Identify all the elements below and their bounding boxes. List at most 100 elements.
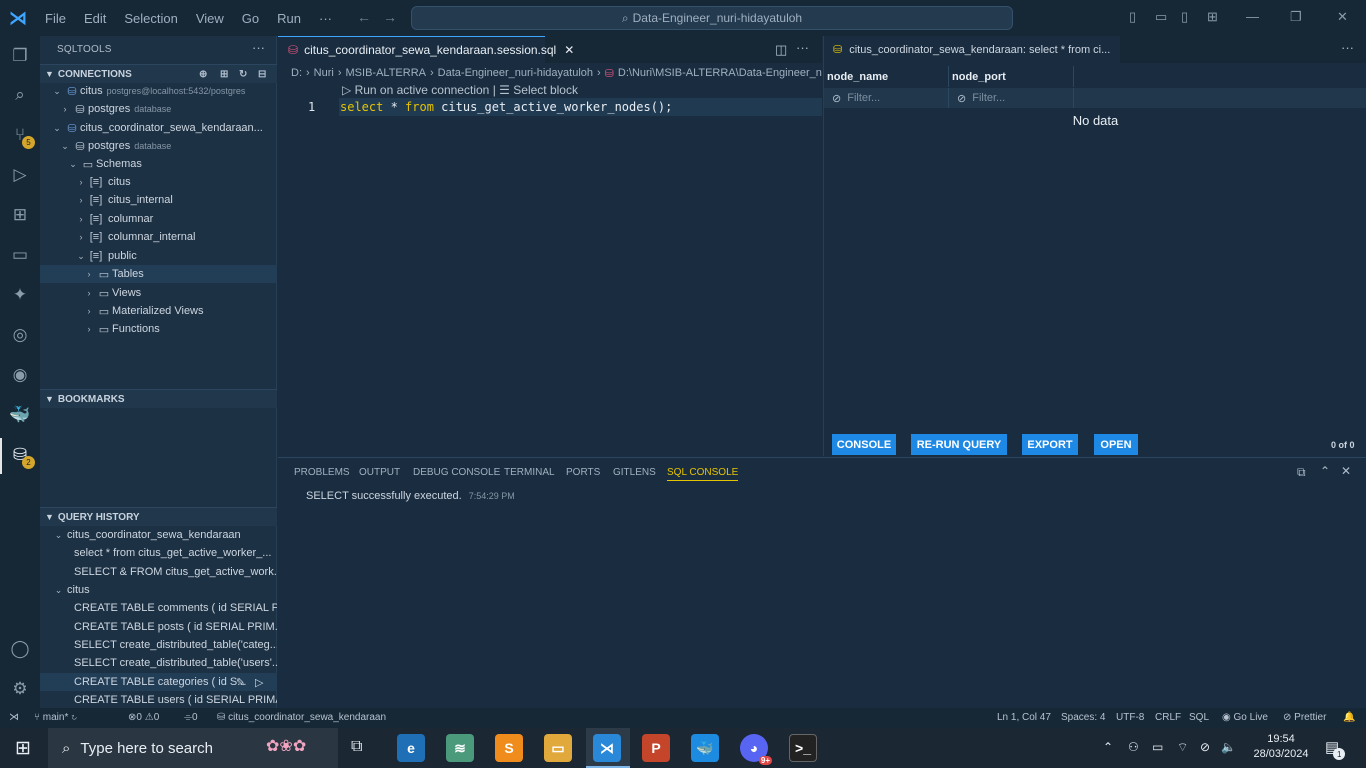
gitlens-inspect-icon[interactable]: ◉ bbox=[8, 363, 32, 387]
tree-database-postgres[interactable]: › ⛁ postgres database bbox=[40, 100, 277, 118]
tree-materialized-views[interactable]: › ▭ Materialized Views bbox=[40, 302, 277, 320]
back-arrow-icon[interactable]: ← bbox=[357, 9, 371, 25]
tree-schema-columnar-internal[interactable]: › [≡] columnar_internal bbox=[40, 228, 277, 246]
refresh-icon[interactable]: ↻ bbox=[239, 69, 247, 80]
filter-node-name[interactable]: ⊘ Filter... bbox=[824, 88, 949, 108]
chevron-up-icon[interactable]: ⌃ bbox=[1103, 740, 1113, 754]
tab-ports[interactable]: PORTS bbox=[566, 467, 600, 478]
close-tab-icon[interactable]: ✕ bbox=[1119, 43, 1120, 56]
battery-icon[interactable]: ▭ bbox=[1152, 740, 1163, 754]
terminal-app-icon[interactable]: >_ bbox=[789, 734, 817, 762]
breadcrumb-item[interactable]: D:\Nuri\MSIB-ALTERRA\Data-Engineer_nuri bbox=[618, 67, 822, 79]
collapse-all-icon[interactable]: ⊟ bbox=[258, 69, 266, 80]
prettier-status[interactable]: ⊘ Prettier bbox=[1283, 712, 1326, 723]
mic-muted-icon[interactable]: ⊘ bbox=[1200, 740, 1210, 754]
open-button[interactable]: OPEN bbox=[1094, 434, 1138, 455]
connections-header[interactable]: ▼ CONNECTIONS ⊕ ⊞ ↻ ⊟ bbox=[40, 64, 277, 83]
breadcrumb-item[interactable]: Data-Engineer_nuri-hidayatuloh bbox=[438, 67, 593, 79]
run-debug-icon[interactable]: ▷ bbox=[8, 163, 32, 187]
meet-icon[interactable]: ⚇ bbox=[1128, 740, 1139, 754]
branch-status[interactable]: ⑂ main* ↻ bbox=[34, 712, 77, 723]
tab-gitlens[interactable]: GITLENS bbox=[613, 467, 656, 478]
minimize-icon[interactable]: — bbox=[1246, 9, 1259, 24]
tree-schema-columnar[interactable]: › [≡] columnar bbox=[40, 210, 277, 228]
tab-results[interactable]: ⛁ citus_coordinator_sewa_kendaraan: sele… bbox=[824, 36, 1120, 63]
sublime-text-icon[interactable]: S bbox=[495, 734, 523, 762]
history-item[interactable]: CREATE TABLE users ( id SERIAL PRIMA... bbox=[40, 691, 277, 709]
column-header-node-name[interactable]: node_name bbox=[824, 66, 949, 87]
filter-node-port[interactable]: ⊘ Filter... bbox=[949, 88, 1074, 108]
close-tab-icon[interactable]: ✕ bbox=[564, 43, 574, 57]
code-editor[interactable]: ▷ Run on active connection | ☰ Select bl… bbox=[278, 83, 822, 456]
history-item[interactable]: select * from citus_get_active_worker_..… bbox=[40, 544, 277, 562]
task-view-icon[interactable]: ⧉ bbox=[351, 738, 362, 756]
history-item[interactable]: SELECT create_distributed_table('categ..… bbox=[40, 636, 277, 654]
windows-start-icon[interactable]: ⊞ bbox=[15, 737, 31, 760]
connection-status[interactable]: ⛁ citus_coordinator_sewa_kendaraan bbox=[217, 712, 386, 723]
explorer-icon[interactable]: ❐ bbox=[8, 44, 32, 68]
tree-views[interactable]: › ▭ Views bbox=[40, 284, 277, 302]
console-button[interactable]: CONSOLE bbox=[832, 434, 896, 455]
split-editor-icon[interactable]: ◫ bbox=[775, 42, 787, 58]
codelens-select-block[interactable]: Select block bbox=[513, 83, 578, 97]
remote-explorer-icon[interactable]: ▭ bbox=[8, 243, 32, 267]
bookmarks-header[interactable]: ▼ BOOKMARKS bbox=[40, 389, 277, 408]
tab-problems[interactable]: PROBLEMS bbox=[294, 467, 350, 478]
menu-selection[interactable]: Selection bbox=[115, 11, 186, 26]
rerun-query-button[interactable]: RE-RUN QUERY bbox=[911, 434, 1007, 455]
history-item[interactable]: SELECT create_distributed_table('users'.… bbox=[40, 654, 277, 672]
layers-app-icon[interactable]: ≋ bbox=[446, 734, 474, 762]
clock[interactable]: 19:54 28/03/2024 bbox=[1249, 732, 1313, 762]
source-control-icon[interactable]: ⑂ 5 bbox=[8, 123, 35, 149]
export-button[interactable]: EXPORT bbox=[1022, 434, 1078, 455]
query-history-header[interactable]: ▼ QUERY HISTORY bbox=[40, 507, 277, 526]
python-icon[interactable]: ✦ bbox=[8, 283, 32, 307]
problems-status[interactable]: ⊗0 ⚠0 bbox=[128, 712, 159, 723]
discord-icon[interactable]: ◕ 9+ bbox=[740, 734, 772, 765]
tree-tables[interactable]: › ▭ Tables bbox=[40, 265, 277, 283]
sidebar-more-icon[interactable]: ··· bbox=[252, 40, 265, 55]
tree-database-postgres-2[interactable]: ⌄ ⛁ postgres database bbox=[40, 137, 277, 155]
new-connection-icon[interactable]: ⊕ bbox=[199, 69, 207, 80]
volume-icon[interactable]: 🔈 bbox=[1221, 740, 1236, 754]
toggle-secondary-sidebar-icon[interactable]: ▯ bbox=[1181, 9, 1188, 25]
breadcrumb-item[interactable]: D: bbox=[291, 67, 302, 79]
gitlens-icon[interactable]: ◎ bbox=[8, 323, 32, 347]
column-header-node-port[interactable]: node_port bbox=[949, 66, 1074, 87]
customize-layout-icon[interactable]: ⊞ bbox=[1207, 9, 1218, 25]
breadcrumb-item[interactable]: MSIB-ALTERRA bbox=[346, 67, 426, 79]
taskbar-search[interactable]: ⌕ Type here to search ✿❀✿ bbox=[48, 728, 338, 768]
tab-output[interactable]: OUTPUT bbox=[359, 467, 400, 478]
ports-status[interactable]: ⌯0 bbox=[184, 712, 198, 723]
account-icon[interactable]: ◯ bbox=[8, 637, 32, 661]
notifications-bell-icon[interactable]: 🔔 bbox=[1343, 712, 1355, 723]
extensions-icon[interactable]: ⊞ bbox=[8, 203, 32, 227]
add-db-icon[interactable]: ⊞ bbox=[220, 69, 228, 80]
vscode-app-icon[interactable]: ⋊ bbox=[593, 734, 621, 762]
menu-go[interactable]: Go bbox=[233, 11, 268, 26]
restore-icon[interactable]: ❐ bbox=[1290, 9, 1302, 25]
tab-session-sql[interactable]: ⛁ citus_coordinator_sewa_kendaraan.sessi… bbox=[278, 36, 574, 63]
go-live-status[interactable]: ◉ Go Live bbox=[1222, 712, 1268, 723]
forward-arrow-icon[interactable]: → bbox=[383, 9, 397, 25]
powerpoint-icon[interactable]: P bbox=[642, 734, 670, 762]
line-ending[interactable]: CRLF bbox=[1155, 712, 1181, 723]
menu-view[interactable]: View bbox=[187, 11, 233, 26]
history-item[interactable]: CREATE TABLE comments ( id SERIAL P... bbox=[40, 599, 277, 617]
tab-debug-console[interactable]: DEBUG CONSOLE bbox=[413, 467, 500, 478]
language-mode[interactable]: SQL bbox=[1189, 712, 1209, 723]
tab-sql-console[interactable]: SQL CONSOLE bbox=[667, 467, 739, 481]
docker-desktop-icon[interactable]: 🐳 bbox=[691, 734, 719, 762]
chevron-up-icon[interactable]: ⌃ bbox=[1320, 464, 1330, 478]
close-window-icon[interactable]: ✕ bbox=[1337, 9, 1348, 25]
tree-schema-citus[interactable]: › [≡] citus bbox=[40, 173, 277, 191]
results-more-icon[interactable]: ··· bbox=[1341, 40, 1354, 55]
file-explorer-icon[interactable]: ▭ bbox=[544, 734, 572, 762]
edit-pencil-icon[interactable]: ✎ bbox=[236, 676, 245, 689]
maximize-panel-icon[interactable]: ⧉ bbox=[1297, 465, 1306, 480]
command-center-search[interactable]: ⌕ Data-Engineer_nuri-hidayatuloh bbox=[411, 6, 1013, 30]
history-item[interactable]: SELECT & FROM citus_get_active_work... bbox=[40, 563, 277, 581]
code-line[interactable]: select * from citus_get_active_worker_no… bbox=[339, 98, 822, 116]
history-item-selected[interactable]: CREATE TABLE categories ( id S... ✎ ▷ bbox=[40, 673, 277, 691]
tree-schema-public[interactable]: ⌄ [≡] public bbox=[40, 247, 277, 265]
